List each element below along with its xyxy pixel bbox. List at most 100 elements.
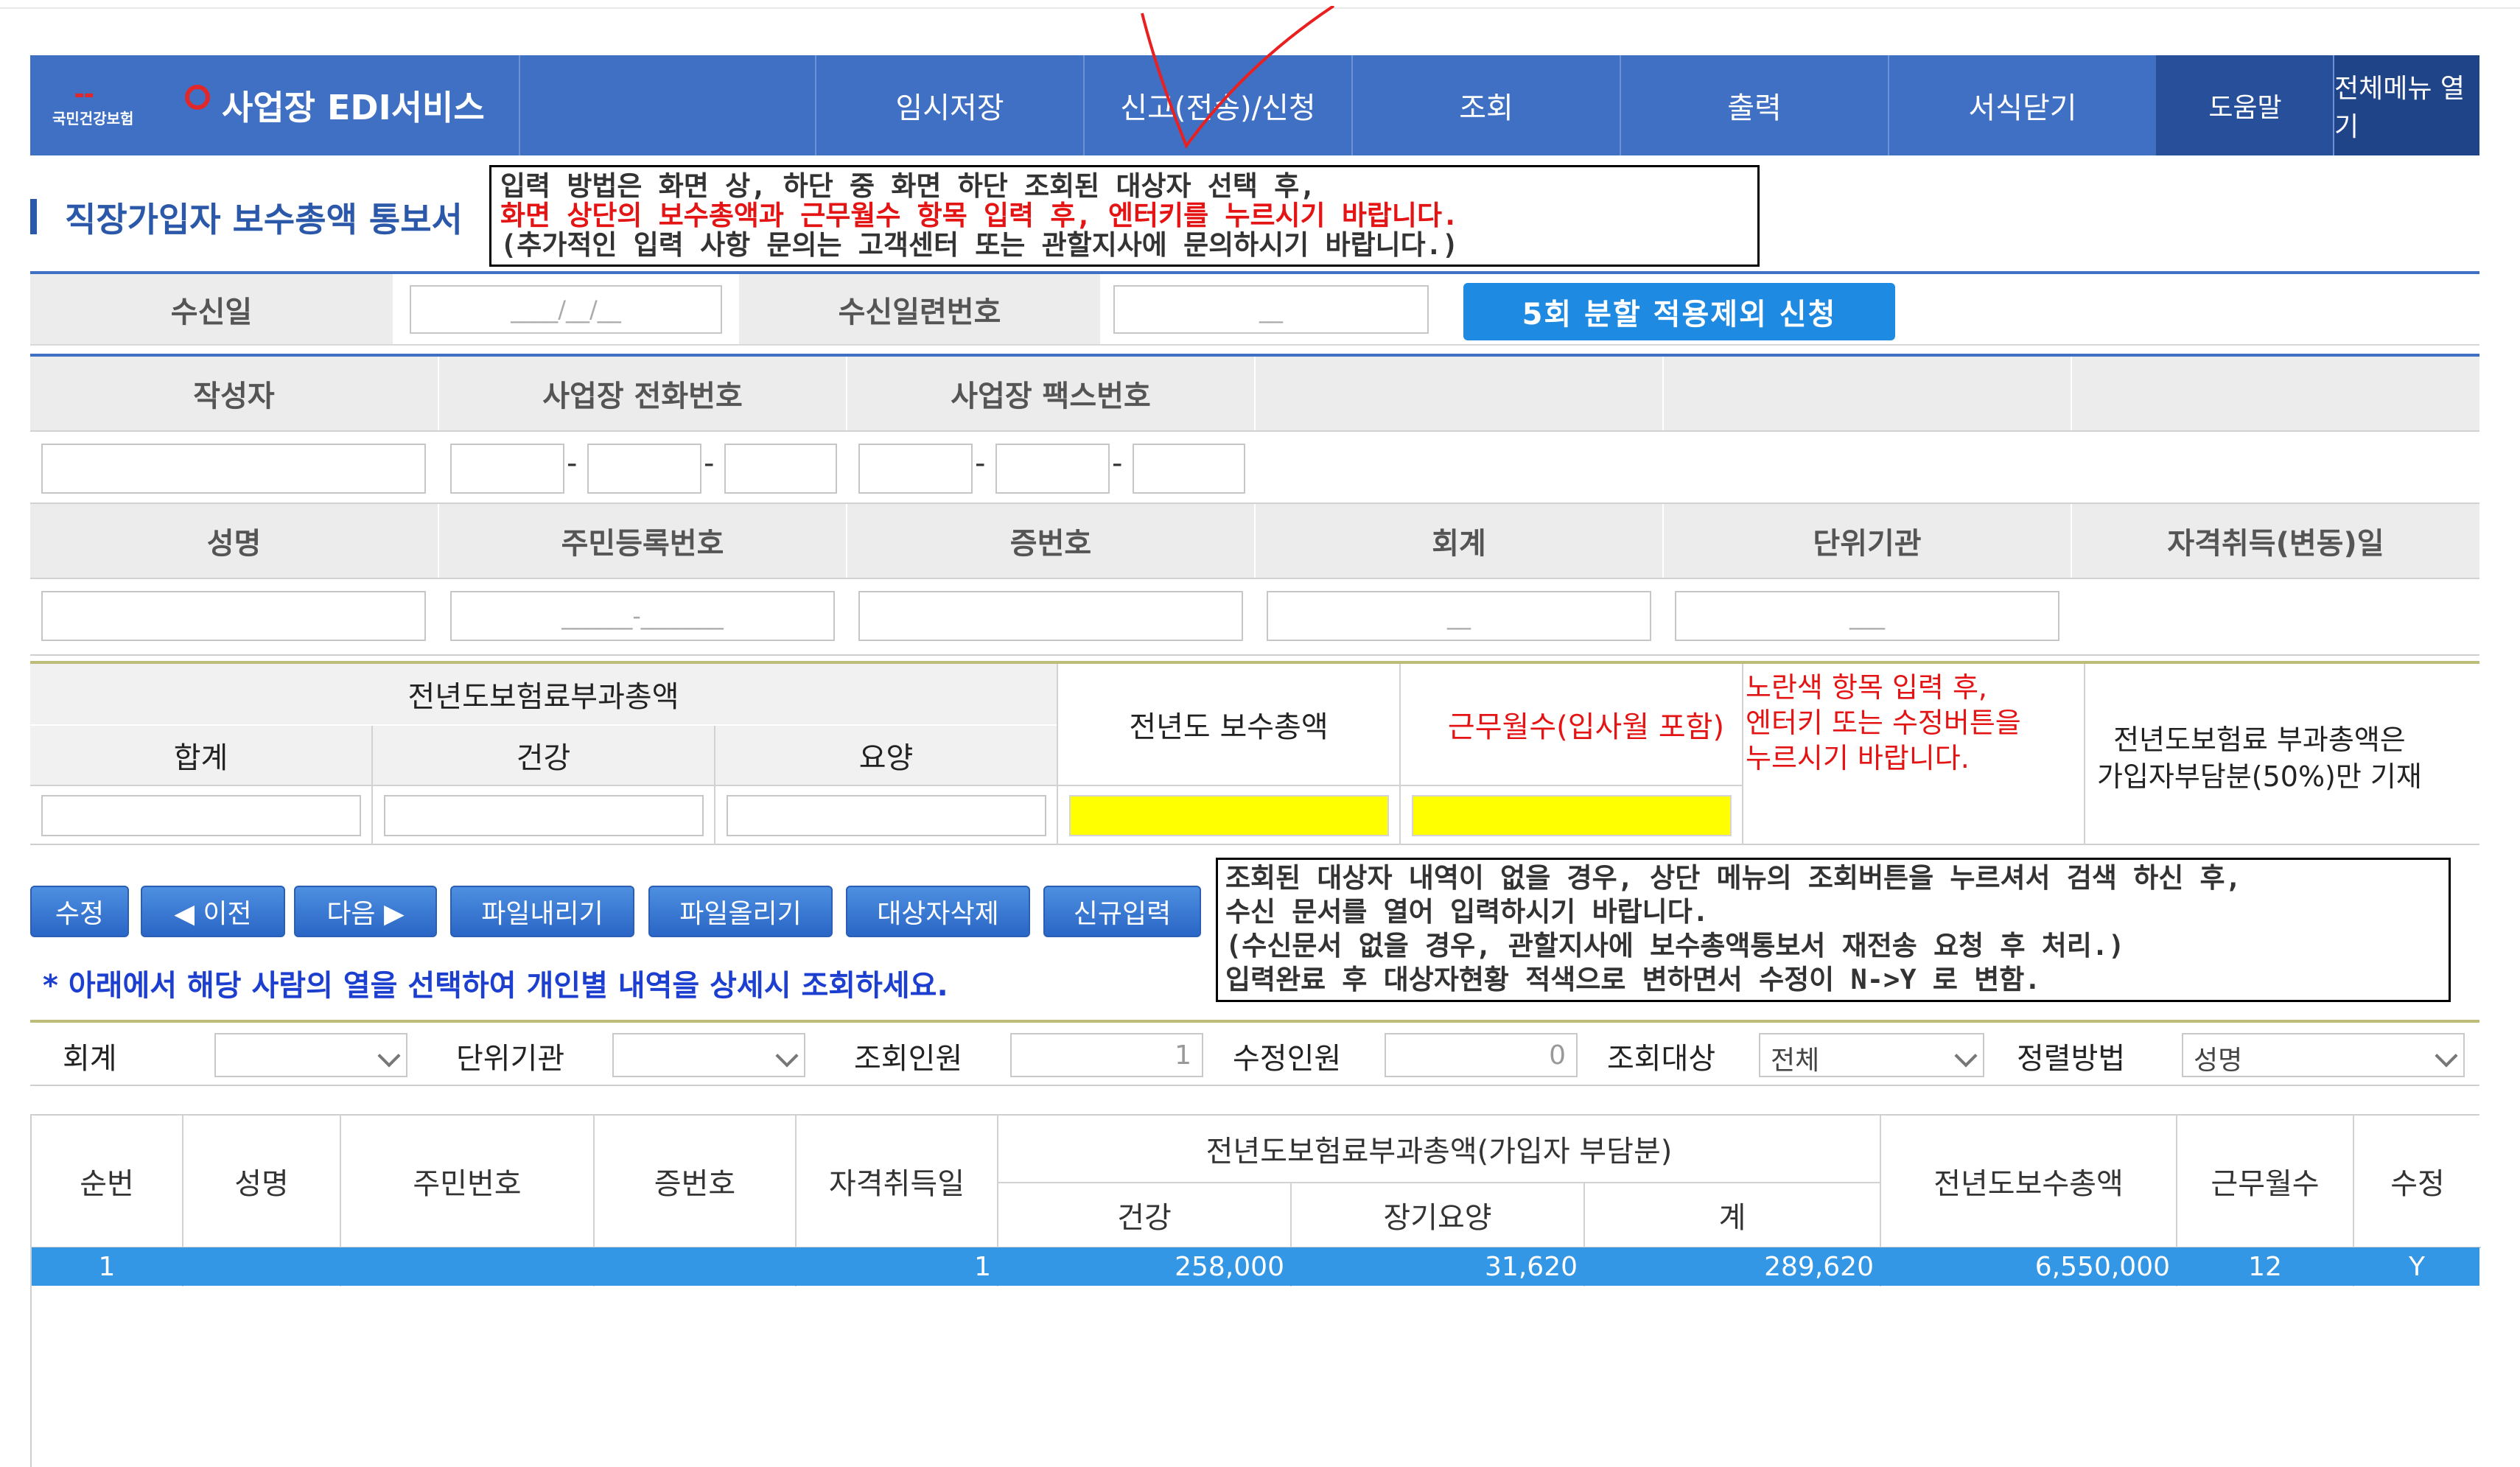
- phone-input-3[interactable]: [724, 444, 837, 494]
- menu-search[interactable]: 조회: [1351, 55, 1620, 155]
- filter-target-select[interactable]: 전체: [1759, 1033, 1984, 1077]
- care-input[interactable]: [727, 795, 1046, 836]
- fax-label: 사업장 팩스번호: [847, 357, 1254, 430]
- empty-label: [1256, 357, 1662, 430]
- logo-mark-text: ▬▬: [74, 89, 94, 101]
- fax-input-2[interactable]: [995, 444, 1110, 494]
- prev-button[interactable]: ◀ 이전: [141, 886, 285, 937]
- cell-months: 12: [2248, 1251, 2282, 1282]
- file-download-button[interactable]: 파일내리기: [450, 886, 634, 937]
- notice-line: (추가적인 입력 사항 문의는 고객센터 또는 관할지사에 문의하시기 바랍니다…: [500, 231, 1459, 260]
- cert-input[interactable]: [858, 591, 1243, 641]
- filter-sort-value: 성명: [2194, 1046, 2243, 1076]
- file-upload-button[interactable]: 파일올리기: [648, 886, 833, 937]
- notice-line: 조회된 대상자 내역이 없을 경우, 상단 메뉴의 조회버튼을 누르셔서 검색 …: [1225, 862, 2241, 894]
- filter-edited-value: 0: [1385, 1033, 1578, 1077]
- notice-line: 수신 문서를 열어 입력하시기 바랍니다.: [1225, 896, 1709, 928]
- filter-unit-select[interactable]: [612, 1033, 805, 1077]
- new-entry-button[interactable]: 신규입력: [1043, 886, 1201, 937]
- fax-input-3[interactable]: [1133, 444, 1245, 494]
- unit-label: 단위기관: [1664, 504, 2071, 578]
- notice-line-red: 화면 상단의 보수총액과 근무월수 항목 입력 후, 엔터키를 누르시기 바랍니…: [500, 201, 1459, 231]
- cert-label: 증번호: [847, 504, 1254, 578]
- col-months-header: 근무월수: [2211, 1167, 2320, 1201]
- divider: [30, 503, 2479, 504]
- premium-group-label: 전년도보험료부과총액: [30, 664, 1057, 724]
- divider: [1057, 664, 1058, 845]
- total-input[interactable]: [41, 795, 361, 836]
- receipt-date-input[interactable]: ____/__/__: [410, 285, 722, 334]
- dash: -: [567, 447, 578, 480]
- filter-sort-select[interactable]: 성명: [2182, 1033, 2465, 1077]
- yellow-input-note: 노란색 항목 입력 후, 엔터키 또는 수정버튼을 누르시기 바랍니다.: [1746, 670, 2021, 776]
- filter-account-select[interactable]: [214, 1033, 407, 1077]
- divider: [2084, 664, 2085, 845]
- name-input[interactable]: [41, 591, 426, 641]
- split-exclusion-button[interactable]: 5회 분할 적용제외 신청: [1463, 283, 1895, 340]
- chevron-down-icon: [775, 1044, 799, 1068]
- name-label: 성명: [30, 504, 438, 578]
- col-premium-group-header: 전년도보험료부과총액(가입자 부담분): [1205, 1135, 1673, 1169]
- care-label: 요양: [715, 726, 1057, 785]
- total-label: 합계: [30, 726, 371, 785]
- cell-cert: [595, 1247, 795, 1286]
- divider: [1399, 664, 1401, 845]
- cell-health: 258,000: [1175, 1251, 1284, 1282]
- subscriber-table: 순번 성명 주민번호 증번호 자격취득일 전년도보험료부과총액(가입자 부담분)…: [30, 1114, 2481, 1467]
- app-title: 사업장 EDI서비스: [222, 88, 485, 127]
- prev-salary-input[interactable]: [1069, 795, 1389, 836]
- receipt-section: 수신일 ____/__/__ 수신일련번호 __: [30, 271, 2479, 346]
- page-title: 직장가입자 보수총액 통보서: [65, 200, 463, 239]
- filter-target-value: 전체: [1771, 1046, 1820, 1076]
- cell-qual-date: 1: [974, 1251, 991, 1282]
- next-button[interactable]: 다음 ▶: [294, 886, 437, 937]
- unit-input[interactable]: ___: [1675, 591, 2059, 641]
- phone-input-1[interactable]: [450, 444, 564, 494]
- filter-target-label: 조회대상: [1607, 1042, 1716, 1076]
- menu-spacer: [519, 55, 815, 155]
- red-check-annotation: [1141, 6, 1335, 150]
- receipt-serial-input[interactable]: __: [1113, 285, 1429, 334]
- filter-bar: 회계 단위기관 조회인원 1 수정인원 0 조회대상 전체 정렬방법 성명: [30, 1020, 2479, 1086]
- work-months-label: 근무월수(입사월 포함): [1401, 664, 1771, 785]
- col-sum-header: 계: [1718, 1201, 1746, 1235]
- cell-name: [183, 1247, 340, 1286]
- dash: -: [704, 447, 715, 480]
- phone-input-2[interactable]: [587, 444, 701, 494]
- chevron-down-icon: [377, 1044, 401, 1068]
- filter-count-value: 1: [1010, 1033, 1203, 1077]
- delete-target-button[interactable]: 대상자삭제: [846, 886, 1030, 937]
- col-ltc-header: 장기요양: [1383, 1201, 1492, 1235]
- empty-label: [1664, 357, 2071, 430]
- health-input[interactable]: [384, 795, 704, 836]
- menu-help[interactable]: 도움말: [2156, 55, 2333, 155]
- account-input[interactable]: __: [1267, 591, 1651, 641]
- work-months-input[interactable]: [1412, 795, 1732, 836]
- menu-print[interactable]: 출력: [1620, 55, 1888, 155]
- logo-circle-icon: [185, 85, 210, 110]
- premium-side-note: 전년도보험료 부과총액은 가입자부담분(50%)만 기재: [2097, 721, 2422, 795]
- menu-all[interactable]: 전체메뉴 열기: [2333, 55, 2479, 155]
- logo-area[interactable]: ▬▬ 국민건강보험 사업장 EDI서비스: [30, 55, 519, 155]
- cell-salary: 6,550,000: [2034, 1251, 2170, 1282]
- prev-salary-label: 전년도 보수총액: [1058, 664, 1399, 785]
- filter-count-label: 조회인원: [854, 1042, 963, 1076]
- menu-close-form[interactable]: 서식닫기: [1888, 55, 2156, 155]
- fax-input-1[interactable]: [858, 444, 973, 494]
- col-name-header: 성명: [234, 1167, 289, 1201]
- dash: -: [1112, 447, 1123, 480]
- edit-button[interactable]: 수정: [30, 886, 129, 937]
- col-salary-header: 전년도보수총액: [1933, 1167, 2124, 1201]
- cell-seq: 1: [98, 1251, 116, 1282]
- divider: [30, 578, 2479, 579]
- col-rrn-header: 주민번호: [413, 1167, 522, 1201]
- health-label: 건강: [373, 726, 714, 785]
- cell-rrn: [341, 1247, 593, 1286]
- menu-temp-save[interactable]: 임시저장: [815, 55, 1083, 155]
- dash: -: [975, 447, 986, 480]
- author-input[interactable]: [41, 444, 426, 494]
- rrn-input[interactable]: ______-_______: [450, 591, 835, 641]
- divider: [30, 430, 2479, 432]
- row-select-hint: * 아래에서 해당 사람의 열을 선택하여 개인별 내역을 상세시 조회하세요.: [43, 969, 948, 1003]
- title-marker: [30, 199, 37, 234]
